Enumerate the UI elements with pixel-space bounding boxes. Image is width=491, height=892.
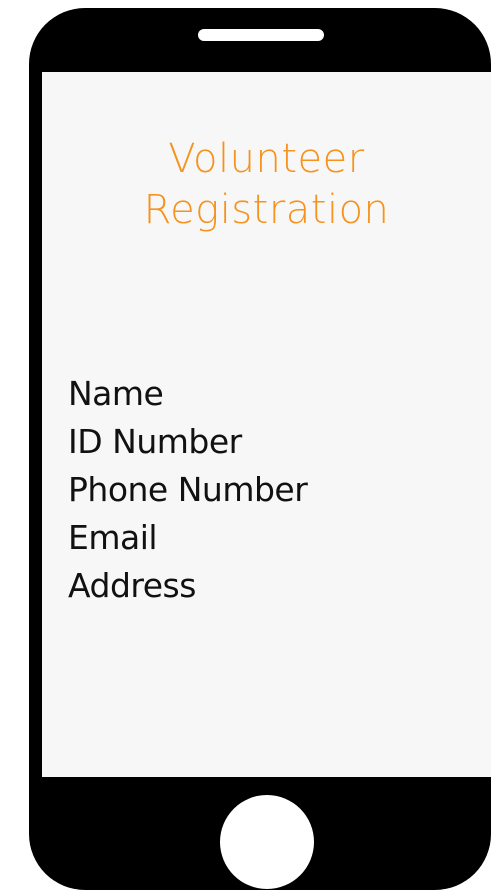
- field-email[interactable]: Email: [68, 514, 307, 562]
- registration-field-list: Name ID Number Phone Number Email Addres…: [68, 370, 308, 610]
- field-id-number[interactable]: ID Number: [68, 418, 307, 466]
- title-line-2: Registration: [143, 187, 390, 233]
- page-title: Volunteer Registration: [42, 134, 491, 236]
- phone-screen: Volunteer Registration Name ID Number Ph…: [42, 72, 491, 777]
- phone-frame: Volunteer Registration Name ID Number Ph…: [29, 8, 491, 890]
- speaker-grille-icon: [198, 29, 324, 41]
- field-phone-number[interactable]: Phone Number: [68, 466, 308, 514]
- field-name[interactable]: Name: [68, 370, 307, 418]
- field-address[interactable]: Address: [68, 562, 307, 610]
- home-button-icon[interactable]: [220, 795, 314, 889]
- title-line-1: Volunteer: [168, 136, 365, 182]
